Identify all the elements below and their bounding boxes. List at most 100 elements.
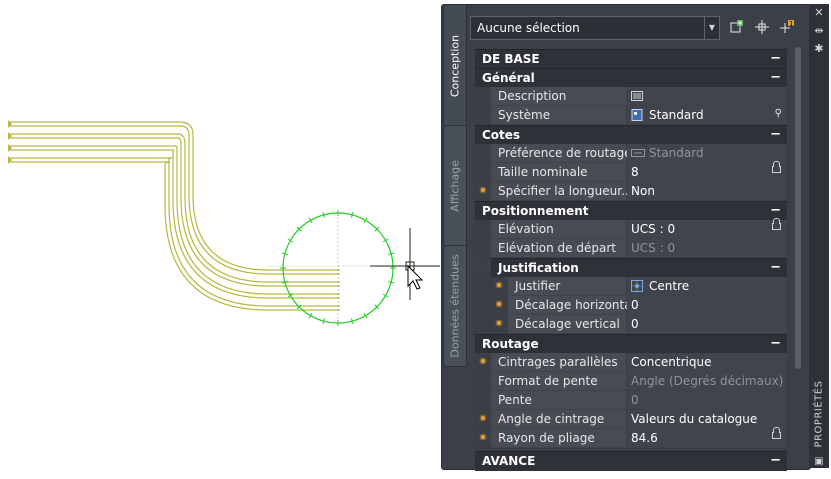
svg-text:1: 1 bbox=[789, 20, 793, 28]
prop-parallel-bends[interactable]: ✷ Cintrages parallèles Concentrique bbox=[475, 353, 787, 372]
tab-design[interactable]: Conception bbox=[443, 4, 467, 127]
section-justification[interactable]: Justification − bbox=[491, 258, 787, 278]
prop-label: Format de pente bbox=[498, 374, 598, 388]
collapse-icon[interactable]: − bbox=[770, 127, 781, 142]
prop-label: Angle de cintrage bbox=[498, 412, 605, 426]
section-general-label: Général bbox=[482, 71, 535, 85]
prop-value: Standard bbox=[649, 108, 704, 122]
scrollbar[interactable] bbox=[795, 47, 801, 369]
drawing-canvas[interactable] bbox=[0, 0, 445, 479]
prop-start-elevation[interactable]: Elévation de départ UCS : 0 bbox=[475, 239, 787, 258]
section-cotes[interactable]: Cotes − bbox=[475, 125, 787, 145]
star-icon: ✷ bbox=[478, 431, 488, 444]
prop-horizontal-offset[interactable]: ✷ Décalage horizontal 0 bbox=[475, 296, 787, 315]
prop-bend-radius[interactable]: ✷ Rayon de pliage 84.6 bbox=[475, 427, 787, 448]
prop-value: Standard bbox=[649, 146, 704, 160]
settings-icon[interactable]: ✱ bbox=[812, 42, 826, 55]
prop-label: Spécifier la longueur... bbox=[498, 184, 633, 198]
justify-center-icon bbox=[631, 280, 643, 292]
chevron-down-icon[interactable]: ▼ bbox=[704, 17, 719, 39]
palette-title: PROPRIÉTÉS bbox=[813, 380, 825, 448]
section-cotes-label: Cotes bbox=[482, 128, 521, 142]
prop-label: Décalage vertical bbox=[515, 317, 620, 331]
text-editor-icon[interactable] bbox=[631, 90, 643, 102]
collapse-icon[interactable]: − bbox=[770, 336, 781, 351]
section-base[interactable]: DE BASE − bbox=[475, 49, 787, 69]
tab-display-label: Affichage bbox=[448, 160, 462, 212]
prop-label: Cintrages parallèles bbox=[498, 355, 618, 369]
crosshair-cursor bbox=[370, 228, 440, 300]
tab-extended-label: Données étendues bbox=[448, 254, 462, 358]
star-icon: ✷ bbox=[494, 279, 504, 292]
star-icon: ✷ bbox=[478, 355, 488, 368]
close-icon[interactable]: ✕ bbox=[812, 6, 826, 19]
section-routing-label: Routage bbox=[482, 337, 539, 351]
prop-justify[interactable]: ✷ Justifier Centre bbox=[475, 277, 787, 296]
prop-elevation[interactable]: Elévation UCS : 0 bbox=[475, 218, 787, 239]
prop-value: Angle (Degrés décimaux) bbox=[631, 374, 784, 388]
section-routing[interactable]: Routage − bbox=[475, 334, 787, 354]
prop-label: Rayon de pliage bbox=[498, 431, 595, 445]
toggle-pickadd-icon[interactable]: 1 bbox=[778, 19, 796, 37]
auto-hide-icon[interactable]: ⇹ bbox=[812, 24, 826, 37]
prop-value: 8 bbox=[631, 165, 639, 179]
prop-label: Justifier bbox=[515, 279, 561, 293]
prop-routing-preference[interactable]: Préférence de routage Standard bbox=[475, 144, 787, 163]
section-advanced[interactable]: AVANCE − bbox=[475, 451, 787, 471]
prop-bend-angle[interactable]: ✷ Angle de cintrage Valeurs du catalogue bbox=[475, 410, 787, 429]
prop-value: Valeurs du catalogue bbox=[631, 412, 758, 426]
palette-title-bar: ✕ ⇹ ✱ PROPRIÉTÉS ▣ bbox=[809, 4, 829, 468]
prop-label: Décalage horizontal bbox=[515, 298, 635, 312]
prop-value: 0 bbox=[631, 317, 639, 331]
section-advanced-label: AVANCE bbox=[482, 454, 536, 468]
prop-label: Elévation bbox=[498, 222, 554, 236]
collapse-icon[interactable]: − bbox=[770, 260, 781, 275]
prop-value: 0 bbox=[631, 298, 639, 312]
section-justification-label: Justification bbox=[498, 261, 579, 275]
prop-value: 84.6 bbox=[631, 431, 658, 445]
selection-value: Aucune sélection bbox=[477, 21, 580, 35]
section-positioning[interactable]: Positionnement − bbox=[475, 201, 787, 221]
collapse-icon[interactable]: − bbox=[770, 453, 781, 468]
tab-design-label: Conception bbox=[448, 34, 462, 97]
prop-label: Préférence de routage bbox=[498, 146, 632, 160]
prop-specify-length[interactable]: ✷ Spécifier la longueur... Non bbox=[475, 182, 787, 201]
star-icon: ✷ bbox=[494, 298, 504, 311]
prop-slope[interactable]: Pente 0 bbox=[475, 391, 787, 410]
prop-label: Elévation de départ bbox=[498, 241, 616, 255]
routing-preference-icon bbox=[631, 149, 645, 157]
prop-label: Pente bbox=[498, 393, 532, 407]
lock-icon[interactable] bbox=[772, 218, 781, 230]
circle-ticks bbox=[280, 210, 396, 326]
prop-value: UCS : 0 bbox=[631, 241, 676, 255]
conduit-run[interactable] bbox=[10, 121, 340, 311]
browse-icon[interactable]: ⚲ bbox=[775, 108, 782, 119]
selection-dropdown[interactable]: Aucune sélection ▼ bbox=[470, 16, 720, 40]
tab-display[interactable]: Affichage bbox=[443, 125, 467, 247]
star-icon: ✷ bbox=[478, 184, 488, 197]
palette-menu-icon[interactable]: ▣ bbox=[812, 456, 826, 467]
prop-system[interactable]: Système Standard ⚲ bbox=[475, 106, 787, 125]
quick-select-icon[interactable] bbox=[728, 19, 746, 37]
collapse-icon[interactable]: − bbox=[770, 70, 781, 85]
star-icon: ✷ bbox=[478, 412, 488, 425]
pick-object-icon[interactable] bbox=[753, 19, 771, 37]
prop-description[interactable]: Description bbox=[475, 87, 787, 106]
tab-extended-data[interactable]: Données étendues bbox=[443, 245, 467, 367]
star-icon: ✷ bbox=[494, 317, 504, 330]
collapse-icon[interactable]: − bbox=[770, 51, 781, 66]
prop-value: Concentrique bbox=[631, 355, 712, 369]
prop-value: UCS : 0 bbox=[631, 222, 676, 236]
section-positioning-label: Positionnement bbox=[482, 204, 589, 218]
system-icon bbox=[631, 109, 643, 121]
section-base-label: DE BASE bbox=[482, 52, 540, 66]
prop-label: Système bbox=[498, 108, 551, 122]
prop-value: Non bbox=[631, 184, 655, 198]
section-general[interactable]: Général − bbox=[475, 68, 787, 88]
prop-slope-format[interactable]: Format de pente Angle (Degrés décimaux) bbox=[475, 372, 787, 391]
collapse-icon[interactable]: − bbox=[770, 203, 781, 218]
lock-icon[interactable] bbox=[772, 161, 781, 173]
lock-icon[interactable] bbox=[772, 427, 781, 439]
prop-nominal-size[interactable]: Taille nominale 8 bbox=[475, 161, 787, 182]
prop-vertical-offset[interactable]: ✷ Décalage vertical 0 bbox=[475, 315, 787, 334]
